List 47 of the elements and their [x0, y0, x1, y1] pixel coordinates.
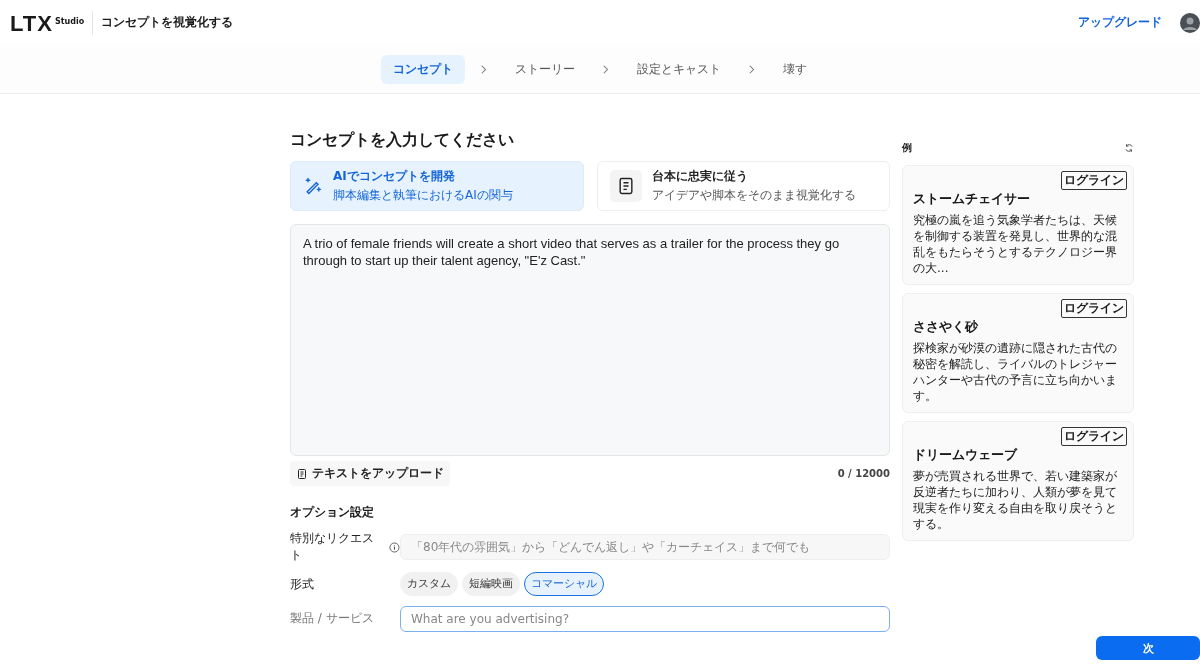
- example-title: ささやく砂: [913, 318, 979, 336]
- format-chip[interactable]: 短編映画: [462, 572, 520, 596]
- step-tab[interactable]: ストーリー: [503, 54, 587, 84]
- example-card[interactable]: ログライン ささやく砂 探検家が砂漠の遺跡に隠された古代の秘密を解読し、ライバルのトレジャーハンターや古代の予言に立ち向かいます。: [902, 293, 1134, 413]
- chevron-icon: [603, 64, 609, 74]
- avatar[interactable]: [1180, 12, 1200, 33]
- field-label: 製品 / サービス: [290, 609, 374, 627]
- options-heading: オプション設定: [290, 504, 375, 521]
- example-card[interactable]: ログライン ドリームウェーブ 夢が売買される世界で、若い建築家が反逆者たちに加わり、人類が夢を見て現実を作り変える自由を取り戻そうとする。: [902, 421, 1134, 541]
- refresh-icon[interactable]: [1124, 143, 1134, 153]
- section-heading: コンセプトを入力してください: [290, 130, 515, 151]
- example-text: 探検家が砂漠の遺跡に隠された古代の秘密を解読し、ライバルのトレジャーハンターや古代の予言に立ち向かいます。: [913, 340, 1118, 404]
- next-button[interactable]: 次: [1096, 636, 1200, 660]
- upload-text-button[interactable]: テキストをアップロード: [290, 461, 450, 486]
- example-card[interactable]: ログライン ストームチェイサー 究極の嵐を追う気象学者たちは、天候を制御する装置を発見し、世界的な混乱をもたらそうとするテクノロジー界の大...: [902, 165, 1134, 285]
- step-tab[interactable]: コンセプト: [381, 54, 465, 84]
- character-counter: 0 / 12000: [837, 468, 890, 479]
- examples-title: 例: [902, 141, 912, 155]
- mode-card[interactable]: 台本に忠実に従う アイデアや脚本をそのまま視覚化する: [596, 161, 890, 211]
- info-icon[interactable]: [389, 541, 400, 553]
- upgrade-link[interactable]: アップグレード: [1078, 14, 1162, 31]
- mode-subtitle: 脚本編集と執筆におけるAIの関与: [333, 187, 513, 204]
- logline-tag: ログライン: [1061, 171, 1127, 190]
- step-tab[interactable]: 壊す: [771, 54, 819, 84]
- logline-tag: ログライン: [1061, 427, 1127, 446]
- format-chip[interactable]: コマーシャル: [524, 572, 604, 596]
- example-title: ストームチェイサー: [913, 190, 1031, 208]
- mode-title: AIでコンセプトを開発: [333, 168, 456, 185]
- concept-text-area[interactable]: A trio of female friends will create a short video that serves as a trailer for the process they go through to start up their talent agency, "E'z Cast.": [290, 224, 890, 456]
- field-label: 形式: [290, 575, 314, 593]
- example-title: ドリームウェーブ: [913, 446, 1019, 464]
- format-chip[interactable]: カスタム: [400, 572, 458, 596]
- step-tab[interactable]: 設定とキャスト: [625, 54, 733, 84]
- chevron-icon: [749, 64, 755, 74]
- mode-title: 台本に忠実に従う: [651, 168, 749, 185]
- request-input-field[interactable]: 「80年代の雰囲気」から「どんでん返し」や「カーチェイス」まで何でも: [400, 534, 890, 560]
- field-label: 特別なリクエスト: [290, 530, 375, 564]
- example-text: 夢が売買される世界で、若い建築家が反逆者たちに加わり、人類が夢を見て現実を作り変える自由を取り戻そうとする。: [913, 468, 1118, 532]
- product-input-field[interactable]: What are you advertising?: [400, 606, 890, 632]
- document-icon: [296, 467, 308, 480]
- logline-tag: ログライン: [1061, 299, 1127, 318]
- example-text: 究極の嵐を追う気象学者たちは、天候を制御する装置を発見し、世界的な混乱をもたらそうとするテクノロジー界の大...: [913, 212, 1118, 276]
- mode-subtitle: アイデアや脚本をそのまま視覚化する: [651, 187, 856, 204]
- magic-wand-icon: [303, 176, 323, 196]
- mode-card[interactable]: AIでコンセプトを開発 脚本編集と執筆におけるAIの関与: [290, 161, 584, 211]
- chevron-icon: [481, 64, 487, 74]
- page-title: コンセプトを視覚化する: [101, 14, 234, 31]
